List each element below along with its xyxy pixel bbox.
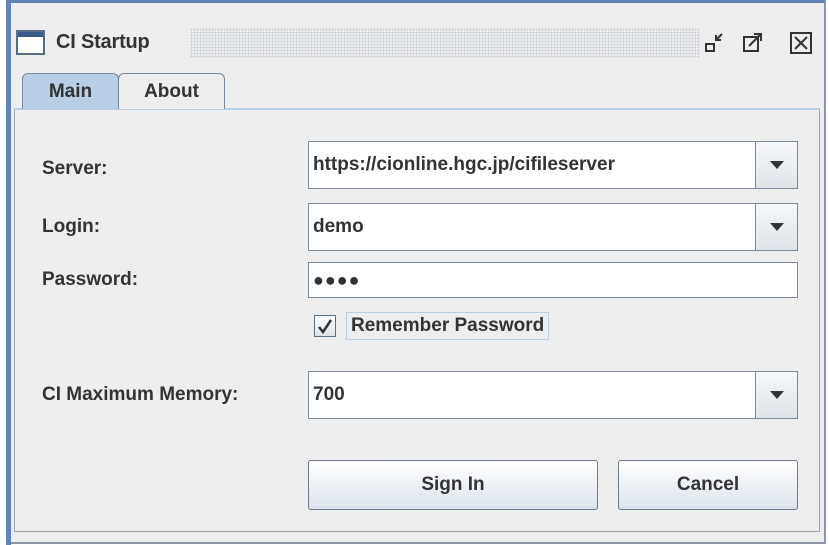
maximize-icon[interactable] — [740, 30, 766, 56]
remember-password-label[interactable]: Remember Password — [346, 312, 550, 340]
sign-in-button[interactable]: Sign In — [308, 460, 598, 510]
login-value[interactable]: demo — [313, 204, 364, 250]
password-label: Password: — [42, 269, 139, 290]
title-bar-drag-area[interactable] — [190, 28, 700, 58]
server-dropdown-button[interactable] — [755, 142, 797, 188]
chevron-down-icon — [769, 161, 784, 169]
password-value[interactable]: ●●●● — [313, 263, 361, 297]
memory-dropdown-button[interactable] — [755, 372, 797, 418]
checkmark-icon — [318, 319, 333, 334]
chevron-down-icon — [769, 223, 784, 231]
chevron-down-icon — [769, 391, 784, 399]
remember-password-row[interactable]: Remember Password — [314, 310, 550, 342]
server-label: Server: — [42, 158, 108, 179]
login-combobox[interactable]: demo — [308, 203, 798, 251]
tab-main[interactable]: Main — [22, 73, 119, 109]
window-icon — [16, 30, 45, 55]
window-border-accent — [6, 0, 11, 545]
login-dropdown-button[interactable] — [755, 204, 797, 250]
password-field[interactable]: ●●●● — [308, 262, 798, 298]
server-value[interactable]: https://cionline.hgc.jp/cifileserver — [313, 142, 615, 188]
cancel-button[interactable]: Cancel — [618, 460, 798, 510]
memory-label: CI Maximum Memory: — [42, 384, 239, 405]
memory-combobox[interactable]: 700 — [308, 371, 798, 419]
minimize-icon[interactable] — [702, 30, 728, 56]
tab-about[interactable]: About — [118, 73, 225, 109]
memory-value[interactable]: 700 — [313, 372, 345, 418]
close-icon[interactable] — [788, 30, 814, 56]
login-label: Login: — [42, 216, 101, 237]
server-combobox[interactable]: https://cionline.hgc.jp/cifileserver — [308, 141, 798, 189]
remember-password-checkbox[interactable] — [314, 315, 336, 337]
window-title: CI Startup — [56, 31, 150, 53]
